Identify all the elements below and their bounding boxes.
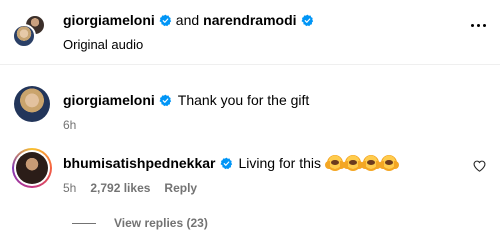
- header-authors: giorgiameloni and narendramodi: [63, 12, 314, 28]
- header-username-2[interactable]: narendramodi: [203, 12, 296, 28]
- caption-line: giorgiameloni Thank you for the gift: [63, 92, 309, 108]
- verified-badge-icon: [301, 14, 313, 26]
- comment-line: bhumisatishpednekkar Living for this: [63, 155, 399, 171]
- raising-hands-emoji-icon: [324, 155, 345, 171]
- collab-avatars[interactable]: [12, 14, 46, 48]
- caption-timestamp[interactable]: 6h: [63, 118, 76, 132]
- comment-username[interactable]: giorgiameloni: [63, 92, 155, 108]
- avatar[interactable]: [16, 152, 48, 184]
- avatar-giorgiameloni[interactable]: [12, 24, 36, 48]
- raising-hands-emoji-icon: [378, 155, 399, 171]
- post-header: giorgiameloni and narendramodi Original …: [0, 0, 500, 64]
- comment-meta: 5h 2,792 likes Reply: [63, 181, 197, 195]
- verified-badge-icon: [159, 94, 171, 106]
- comment-timestamp[interactable]: 5h: [63, 181, 76, 195]
- story-ring[interactable]: [12, 148, 52, 188]
- raising-hands-emoji-icon: [342, 155, 363, 171]
- view-replies-label: View replies (23): [114, 216, 208, 230]
- emoji-group: [324, 155, 399, 171]
- view-replies-button[interactable]: View replies (23): [72, 216, 208, 230]
- heart-icon[interactable]: [473, 160, 486, 172]
- verified-badge-icon: [159, 14, 171, 26]
- audio-link[interactable]: Original audio: [63, 37, 143, 52]
- reply-button[interactable]: Reply: [164, 181, 197, 195]
- comment-username[interactable]: bhumisatishpednekkar: [63, 155, 216, 171]
- verified-badge-icon: [220, 157, 232, 169]
- comment-text: Living for this: [238, 155, 321, 171]
- raising-hands-emoji-icon: [360, 155, 381, 171]
- caption-text: Thank you for the gift: [177, 92, 310, 108]
- likes-count[interactable]: 2,792 likes: [90, 181, 150, 195]
- caption-meta: 6h: [63, 118, 76, 132]
- header-divider: [0, 64, 500, 65]
- header-username-1[interactable]: giorgiameloni: [63, 12, 155, 28]
- header-connector: and: [175, 12, 200, 28]
- replies-divider: [72, 222, 96, 224]
- more-options-icon[interactable]: [471, 24, 486, 27]
- avatar[interactable]: [14, 86, 50, 122]
